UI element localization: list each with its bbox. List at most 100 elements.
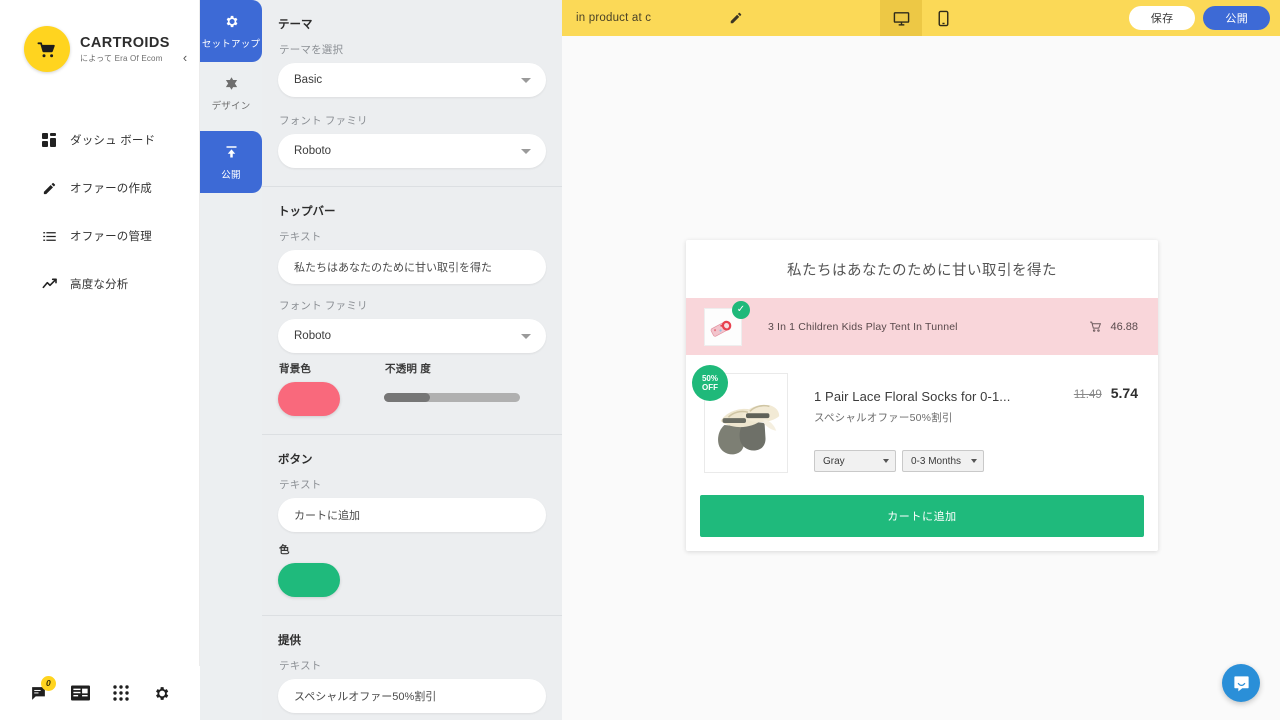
button-color-swatch[interactable] — [278, 563, 340, 597]
tab-publish[interactable]: 公開 — [200, 131, 262, 193]
apps-grid-icon[interactable] — [113, 685, 130, 701]
topbar-opacity-slider[interactable] — [384, 393, 520, 402]
preview-headline: 私たちはあなたのために甘い取引を得た — [787, 262, 1057, 279]
intercom-chat-icon[interactable] — [1222, 664, 1260, 702]
cart-product-row: ✓ 3 In 1 Children Kids Play Tent In Tunn… — [686, 298, 1158, 355]
publish-upload-icon — [224, 144, 239, 162]
button-color-label: 色 — [279, 544, 290, 556]
theme-select[interactable]: Basic — [278, 63, 546, 97]
check-icon: ✓ — [732, 300, 750, 319]
topbar-bg-label: 背景色 — [279, 363, 312, 375]
settings-panel: テーマ テーマを選択 Basic フォント ファミリ Roboto トップバー … — [262, 0, 562, 720]
chat-icon[interactable]: 0 — [30, 675, 56, 702]
topbar-text-label: テキスト — [279, 231, 322, 243]
brand-subtitle: によって Era Of Ecom — [80, 53, 163, 63]
mobile-icon[interactable] — [922, 0, 964, 36]
tab-setup[interactable]: セットアップ — [200, 0, 262, 62]
chevron-left-icon[interactable]: ‹ — [178, 50, 192, 66]
cart-product-price-group: 46.88 — [1089, 320, 1138, 333]
brand-block: CARTROIDS によって Era Of Ecom — [0, 0, 199, 72]
section-theme-title: テーマ — [278, 19, 313, 31]
section-button: ボタン テキスト カートに追加 色 — [262, 435, 562, 616]
news-card-icon[interactable] — [70, 685, 90, 701]
button-text-input[interactable]: カートに追加 — [278, 498, 546, 532]
offer-product-block: 50% OFF 1 Pair Lace Floral Socks for 0-1… — [686, 355, 1158, 495]
offer-product-subtitle: スペシャルオファー50%割引 — [814, 412, 953, 424]
desktop-icon[interactable] — [880, 0, 922, 36]
sidebar-item-manage-offers[interactable]: オファーの管理 — [0, 212, 199, 260]
add-to-cart-button[interactable]: カートに追加 — [700, 495, 1144, 537]
trending-up-icon — [42, 277, 64, 291]
variant-color-value: Gray — [823, 455, 845, 467]
save-button[interactable]: 保存 — [1128, 6, 1196, 30]
theme-select-value: Basic — [294, 74, 323, 86]
chevron-down-icon — [521, 78, 531, 83]
left-sidebar: CARTROIDS によって Era Of Ecom ‹ ダッシュ ボード オフ… — [0, 0, 200, 720]
cart-product-name: 3 In 1 Children Kids Play Tent In Tunnel — [768, 320, 958, 333]
main-area: in product at c 保存 公開 私たちはあなたのために甘い取引を得た… — [562, 0, 1280, 720]
cart-icon — [1090, 321, 1102, 332]
chat-badge: 0 — [40, 675, 56, 691]
offer-preview-card: 私たちはあなたのために甘い取引を得た ✓ 3 In 1 Children Kid… — [686, 240, 1158, 551]
variant-size-select[interactable]: 0-3 Months — [902, 450, 984, 472]
opacity-slider-fill — [384, 393, 431, 402]
offer-price-old: 11.49 — [1073, 389, 1102, 401]
offer-price-new: 5.74 — [1110, 385, 1138, 401]
sidebar-item-label: オファーの管理 — [70, 231, 152, 243]
topbar-font-select[interactable]: Roboto — [278, 319, 546, 353]
chevron-down-icon — [971, 459, 977, 463]
section-topbar-title: トップバー — [278, 206, 336, 218]
button-text-label: テキスト — [279, 479, 322, 491]
topbar-text-value: 私たちはあなたのために甘い取引を得た — [294, 262, 492, 274]
offer-text-label: テキスト — [279, 660, 322, 672]
sidebar-item-label: オファーの作成 — [70, 183, 152, 195]
sidebar-bottom-toolbar: 0 — [0, 666, 200, 720]
sidebar-item-create-offer[interactable]: オファーの作成 — [0, 164, 199, 212]
sidebar-item-advanced-analytics[interactable]: 高度な分析 — [0, 260, 199, 308]
theme-font-select[interactable]: Roboto — [278, 134, 546, 168]
chevron-down-icon — [521, 149, 531, 154]
editor-tab-rail: セットアップ デザイン 公開 — [200, 0, 262, 720]
topbar-text-input[interactable]: 私たちはあなたのために甘い取引を得た — [278, 250, 546, 284]
sidebar-nav: ダッシュ ボード オファーの作成 オファーの管理 高度な分析 — [0, 116, 199, 308]
theme-font-label: フォント ファミリ — [279, 115, 368, 127]
topbar-bg-color-swatch[interactable] — [278, 382, 340, 416]
tab-design-label: デザイン — [211, 100, 251, 112]
section-offer-title: 提供 — [278, 635, 301, 647]
shopping-cart-icon — [24, 26, 70, 72]
editor-header: in product at c 保存 公開 — [562, 0, 1280, 36]
publish-button[interactable]: 公開 — [1203, 6, 1270, 30]
device-toggle-group — [880, 0, 964, 36]
button-text-value: カートに追加 — [294, 510, 360, 522]
chevron-down-icon — [521, 334, 531, 339]
offer-price-group: 11.49 5.74 — [1074, 385, 1138, 401]
header-actions: 保存 公開 — [1128, 0, 1270, 36]
preview-canvas: 私たちはあなたのために甘い取引を得た ✓ 3 In 1 Children Kid… — [562, 36, 1280, 720]
topbar-opacity-label: 不透明 度 — [385, 363, 431, 375]
pencil-icon — [42, 181, 64, 196]
palette-icon — [224, 75, 239, 93]
brand-name: CARTROIDS — [80, 34, 170, 51]
offer-product-thumbnail: 50% OFF — [692, 365, 788, 473]
offer-text-input[interactable]: スペシャルオファー50%割引 — [278, 679, 546, 713]
tab-design[interactable]: デザイン — [200, 62, 262, 124]
app-root: CARTROIDS によって Era Of Ecom ‹ ダッシュ ボード オフ… — [0, 0, 1280, 720]
section-button-title: ボタン — [278, 454, 313, 466]
pencil-icon[interactable] — [729, 11, 743, 25]
section-topbar: トップバー テキスト 私たちはあなたのために甘い取引を得た フォント ファミリ … — [262, 187, 562, 435]
discount-badge: 50% OFF — [692, 365, 728, 401]
theme-font-value: Roboto — [294, 145, 332, 157]
section-offer: 提供 テキスト スペシャルオファー50%割引 — [262, 616, 562, 720]
offer-variant-selects: Gray 0-3 Months — [814, 450, 1140, 472]
sidebar-item-dashboard[interactable]: ダッシュ ボード — [0, 116, 199, 164]
sidebar-item-label: 高度な分析 — [70, 279, 129, 291]
tab-publish-label: 公開 — [221, 169, 241, 181]
sidebar-item-label: ダッシュ ボード — [70, 135, 156, 147]
list-icon — [42, 229, 64, 244]
section-theme: テーマ テーマを選択 Basic フォント ファミリ Roboto — [262, 0, 562, 187]
offer-text-value: スペシャルオファー50%割引 — [294, 691, 437, 703]
discount-badge-off: OFF — [702, 383, 718, 392]
gear-icon[interactable] — [153, 685, 170, 702]
variant-color-select[interactable]: Gray — [814, 450, 896, 472]
page-title: in product at c — [576, 12, 652, 24]
